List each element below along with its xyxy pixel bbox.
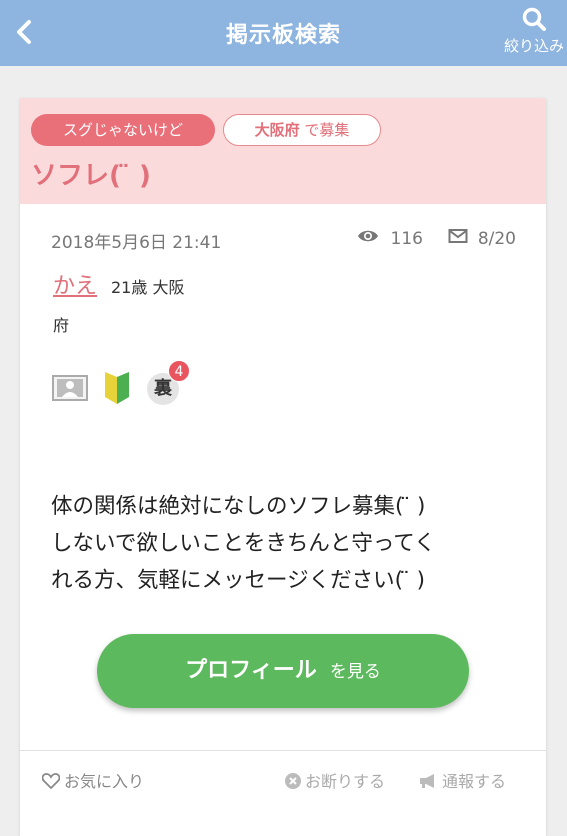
user-name-link[interactable]: かえ [53, 268, 97, 300]
area-name: 大阪府 [254, 121, 300, 139]
megaphone-icon [420, 774, 434, 788]
view-count: 116 [390, 228, 423, 249]
post-title: ソフレ( ̈ ) [31, 161, 151, 191]
filter-button[interactable]: 絞り込み [497, 6, 567, 60]
divider [20, 750, 546, 751]
report-label: 通報する [442, 772, 507, 791]
user-age-location: 21歳 大阪 [111, 278, 185, 297]
ura-count-badge: 4 [168, 360, 190, 382]
decline-label: お断りする [305, 772, 386, 791]
post-stats: 116 8/20 [357, 228, 516, 249]
profile-button-suffix: を見る [329, 662, 381, 682]
post-actions: お気に入り お断りする 通報する [20, 768, 546, 796]
heart-icon [41, 773, 61, 790]
area-badge: 大阪府 で募集 [223, 114, 381, 146]
area-suffix: で募集 [304, 121, 350, 139]
favorite-label: お気に入り [64, 772, 145, 791]
post-card: スグじゃないけど 大阪府 で募集 ソフレ( ̈ ) 2018年5月6日 21:4… [20, 98, 546, 836]
message-count: 8/20 [477, 228, 516, 249]
filter-label: 絞り込み [503, 37, 564, 55]
post-date: 2018年5月6日 21:41 [51, 233, 222, 253]
photo-icon [52, 375, 88, 401]
eye-icon [357, 228, 379, 249]
post-body-line: れる方、気軽にメッセージください( ̈ ) [51, 568, 426, 593]
app-header: 掲示板検索 絞り込み [0, 0, 567, 66]
search-icon [522, 7, 546, 31]
user-location-cont: 府 [53, 316, 70, 335]
page-title: 掲示板検索 [225, 23, 341, 48]
view-profile-button[interactable]: プロフィール を見る [97, 634, 469, 708]
report-button[interactable]: 通報する [418, 768, 506, 792]
envelope-icon [448, 228, 468, 249]
timing-badge: スグじゃないけど [31, 114, 215, 146]
beginner-mark-icon [103, 371, 131, 405]
close-circle-icon [285, 773, 301, 789]
profile-button-label: プロフィール [185, 658, 317, 683]
post-body-line: しないで欲しいことをきちんと守ってく [51, 531, 436, 556]
post-body-line: 体の関係は絶対になしのソフレ募集( ̈ ) [51, 494, 426, 519]
decline-button[interactable]: お断りする [285, 768, 385, 792]
post-card-header: スグじゃないけど 大阪府 で募集 ソフレ( ̈ ) [20, 98, 546, 204]
favorite-button[interactable]: お気に入り [41, 768, 145, 792]
post-body: 体の関係は絶対になしのソフレ募集( ̈ ) しないで欲しいことをきちんと守ってく… [51, 488, 521, 599]
